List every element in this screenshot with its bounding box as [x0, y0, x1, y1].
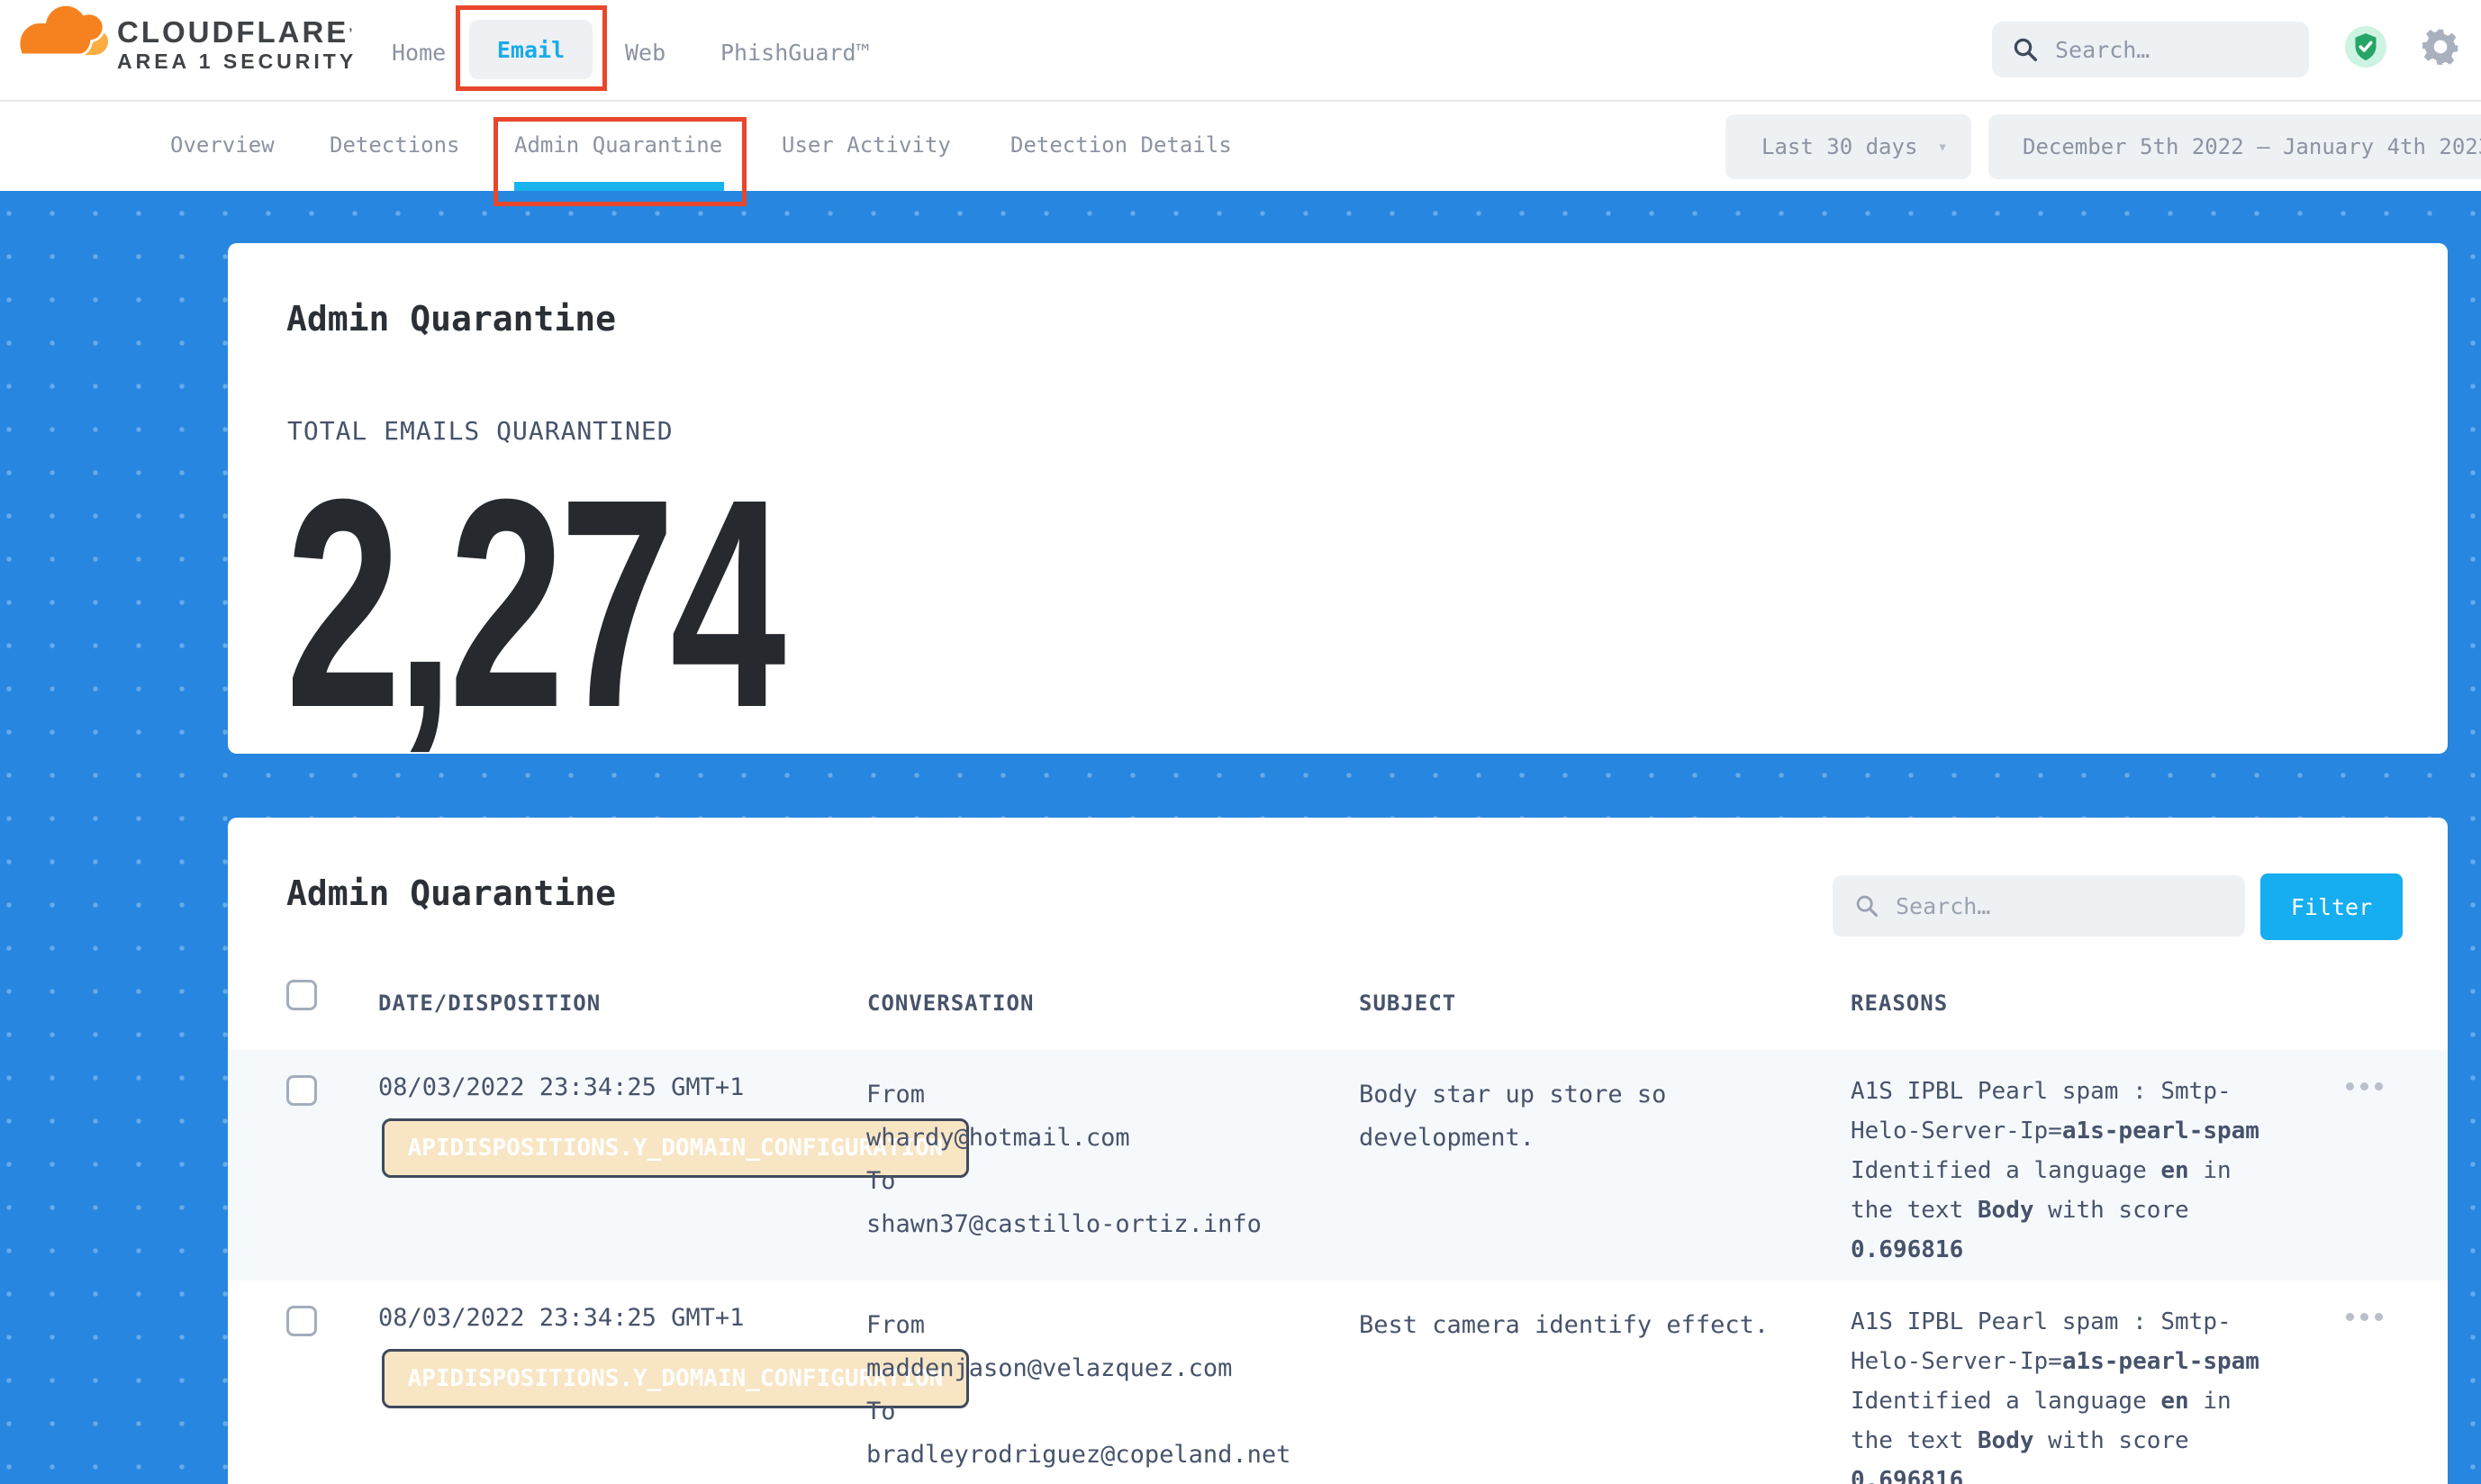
row-reasons: A1S IPBL Pearl spam : Smtp-Helo-Server-I…	[1851, 1302, 2274, 1484]
row-checkbox[interactable]	[286, 1075, 317, 1106]
email-subnav: Overview Detections Admin Quarantine Use…	[0, 104, 2481, 191]
from-address: maddenjason@velazquez.com	[866, 1347, 1290, 1390]
security-status-badge[interactable]	[2345, 26, 2386, 68]
tab-detection-details[interactable]: Detection Details	[1010, 132, 1232, 158]
main-content: Admin Quarantine TOTAL EMAILS QUARANTINE…	[0, 191, 2481, 1484]
row-date: 08/03/2022 23:34:25 GMT+1	[378, 1073, 744, 1101]
row-date: 08/03/2022 23:34:25 GMT+1	[378, 1304, 744, 1332]
row-conversation: From maddenjason@velazquez.com To bradle…	[866, 1304, 1290, 1477]
search-icon	[1854, 893, 1879, 918]
select-all-checkbox[interactable]	[286, 980, 317, 1010]
table-header-row: DATE/DISPOSITION CONVERSATION SUBJECT RE…	[228, 971, 2448, 1050]
active-tab-underline	[514, 182, 724, 191]
to-address: bradleyrodriguez@copeland.net	[866, 1434, 1290, 1477]
from-address: whardy@hotmail.com	[866, 1117, 1262, 1160]
row-conversation: From whardy@hotmail.com To shawn37@casti…	[866, 1073, 1262, 1246]
table-row: 08/03/2022 23:34:25 GMT+1 APIDISPOSITION…	[228, 1280, 2448, 1484]
to-label: To	[866, 1390, 1290, 1434]
table-search-placeholder: Search…	[1896, 893, 1990, 919]
time-range-label: Last 30 days	[1761, 134, 1917, 159]
search-icon	[2012, 36, 2039, 63]
column-header-reasons: REASONS	[1851, 991, 1948, 1016]
from-label: From	[866, 1304, 1290, 1347]
tab-admin-quarantine[interactable]: Admin Quarantine	[514, 132, 722, 158]
metric-value: 2,274	[285, 468, 781, 738]
shield-check-icon	[2353, 33, 2378, 60]
brand-subtitle: AREA 1 SECURITY	[117, 48, 357, 75]
tab-overview[interactable]: Overview	[170, 132, 275, 158]
trademark-tick: ’	[349, 25, 355, 40]
header-search-input[interactable]: Search…	[1992, 22, 2309, 77]
brand[interactable]: CLOUDFLARE’ AREA 1 SECURITY	[18, 5, 357, 75]
row-checkbox[interactable]	[286, 1306, 317, 1336]
chevron-down-icon: ▾	[1937, 137, 1947, 157]
row-actions-menu[interactable]	[2346, 1082, 2383, 1090]
nav-web[interactable]: Web	[625, 40, 666, 66]
row-subject: Body star up store so development.	[1359, 1073, 1778, 1160]
summary-card-title: Admin Quarantine	[286, 299, 616, 339]
from-label: From	[866, 1073, 1262, 1117]
tab-user-activity[interactable]: User Activity	[782, 132, 951, 158]
area1-dashboard: CLOUDFLARE’ AREA 1 SECURITY Home Email W…	[0, 0, 2481, 1484]
quarantine-table-card: Admin Quarantine Search… Filter DATE/DIS…	[228, 818, 2448, 1484]
app-header: CLOUDFLARE’ AREA 1 SECURITY Home Email W…	[0, 0, 2481, 102]
column-header-date: DATE/DISPOSITION	[378, 991, 601, 1016]
column-header-subject: SUBJECT	[1359, 991, 1456, 1016]
to-address: shawn37@castillo-ortiz.info	[866, 1203, 1262, 1246]
row-reasons: A1S IPBL Pearl spam : Smtp-Helo-Server-I…	[1851, 1072, 2274, 1270]
table-rows: 08/03/2022 23:34:25 GMT+1 APIDISPOSITION…	[228, 1050, 2448, 1484]
settings-gear-icon[interactable]	[2422, 29, 2458, 65]
row-actions-menu[interactable]	[2346, 1313, 2383, 1321]
nav-email[interactable]: Email	[469, 20, 593, 79]
header-search-placeholder: Search…	[2055, 37, 2150, 63]
column-header-conversation: CONVERSATION	[867, 991, 1034, 1016]
filter-button[interactable]: Filter	[2260, 873, 2403, 940]
table-row: 08/03/2022 23:34:25 GMT+1 APIDISPOSITION…	[228, 1050, 2448, 1280]
nav-email-label: Email	[497, 37, 565, 63]
date-range-text: December 5th 2022 — January 4th 2023	[2023, 134, 2481, 159]
nav-phishguard[interactable]: PhishGuard™	[720, 40, 870, 66]
brand-text: CLOUDFLARE’ AREA 1 SECURITY	[117, 5, 357, 75]
cloudflare-logo-icon	[18, 5, 108, 59]
date-range-display[interactable]: December 5th 2022 — January 4th 2023	[1988, 114, 2481, 179]
table-card-title: Admin Quarantine	[286, 873, 616, 913]
row-subject: Best camera identify effect.	[1359, 1304, 1778, 1347]
brand-name: CLOUDFLARE’	[117, 17, 357, 48]
tab-detections[interactable]: Detections	[330, 132, 460, 158]
table-search-input[interactable]: Search…	[1833, 875, 2245, 937]
summary-card: Admin Quarantine TOTAL EMAILS QUARANTINE…	[228, 243, 2448, 754]
to-label: To	[866, 1160, 1262, 1203]
nav-home[interactable]: Home	[392, 40, 446, 66]
time-range-dropdown[interactable]: Last 30 days ▾	[1725, 114, 1971, 179]
